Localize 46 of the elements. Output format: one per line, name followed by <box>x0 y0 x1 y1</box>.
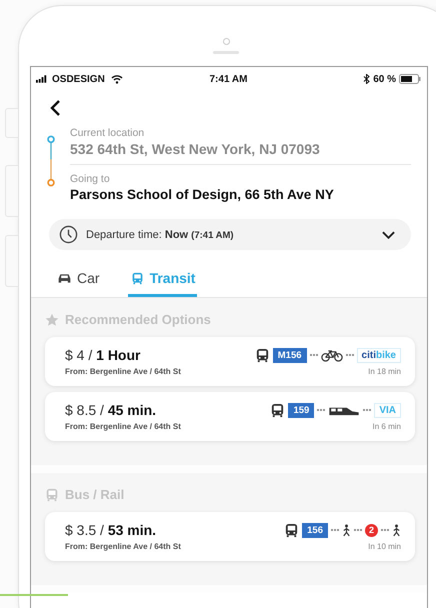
destination-address[interactable]: Parsons School of Design, 66 5th Ave NY <box>70 187 411 202</box>
walking-person-icon <box>392 524 401 536</box>
route-option-card[interactable]: $ 8.5 / 45 min. 159 VIA From: Bergenline Ave / 64th St In 6 min <box>45 392 415 441</box>
carrier-name: OSDESIGN <box>52 74 105 84</box>
route-option-card[interactable]: $ 3.5 / 53 min. 156 2 From: Bergenline Ave / 64th St In 10 min <box>45 512 415 561</box>
departure-stop: From: Bergenline Ave / 64th St <box>65 542 181 551</box>
route-number: M156 <box>272 348 307 362</box>
car-icon <box>57 272 72 284</box>
wifi-icon <box>110 74 123 84</box>
bus-icon <box>45 488 59 502</box>
provider-logo: VIA <box>374 402 401 418</box>
chevron-down-icon <box>382 230 395 238</box>
origin-label: Current location <box>70 127 146 139</box>
mode-tab[interactable]: Car <box>55 264 102 297</box>
price-duration: $ 4 / 1 Hour <box>65 347 140 363</box>
clock-icon <box>59 225 78 244</box>
bus-icon <box>284 522 300 538</box>
bus-icon <box>254 348 270 362</box>
price-duration: $ 3.5 / 53 min. <box>65 522 156 538</box>
departure-eta: In 18 min <box>368 367 401 376</box>
camera-dot <box>222 38 230 45</box>
star-icon <box>45 312 59 326</box>
bluetooth-icon <box>363 74 370 84</box>
battery-icon <box>398 74 421 84</box>
provider-logo: citibike <box>356 348 401 362</box>
accent-line <box>0 594 68 596</box>
bicycle-icon <box>320 348 343 362</box>
battery-percent: 60 % <box>373 74 396 84</box>
departure-time-text: Departure time: Now (7:41 AM) <box>86 228 235 240</box>
walking-person-icon <box>342 524 351 536</box>
signal-icon <box>36 75 49 83</box>
bus-icon <box>130 272 145 284</box>
departure-eta: In 10 min <box>368 542 401 551</box>
status-time: 7:41 AM <box>210 74 248 84</box>
destination-label: Going to <box>70 173 111 185</box>
bus-icon <box>270 402 286 418</box>
route-number: 156 <box>302 522 328 538</box>
departure-stop: From: Bergenline Ave / 64th St <box>65 422 181 431</box>
route-number: 159 <box>288 402 314 418</box>
route-option-card[interactable]: $ 4 / 1 Hour M156 citibike From: Bergenline Ave / 64th St In 18 min <box>45 337 415 386</box>
departure-eta: In 6 min <box>372 422 401 431</box>
departure-stop: From: Bergenline Ave / 64th St <box>65 367 181 376</box>
line-number: 2 <box>365 524 378 536</box>
departure-time-dropdown[interactable]: Departure time: Now (7:41 AM) <box>49 219 411 250</box>
back-icon[interactable] <box>49 99 61 117</box>
price-duration: $ 8.5 / 45 min. <box>65 402 156 418</box>
